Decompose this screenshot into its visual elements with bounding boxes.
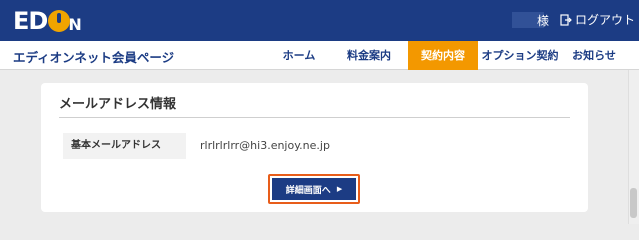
nav-item-contract[interactable]: 契約内容	[408, 41, 478, 70]
scrollbar-thumb[interactable]	[630, 188, 637, 218]
detail-button-body[interactable]: 詳細画面へ ▶	[272, 178, 356, 200]
nav-item-options[interactable]: オプション契約	[481, 41, 559, 70]
logout-label: ログアウト	[575, 13, 636, 27]
card-title: メールアドレス情報	[59, 97, 177, 112]
logo-text-left: ED	[13, 6, 48, 35]
detail-button[interactable]: 詳細画面へ ▶	[268, 174, 360, 204]
logo-power-icon	[48, 9, 71, 32]
chevron-right-icon: ▶	[336, 185, 343, 193]
nav-item-news[interactable]: お知らせ	[566, 41, 622, 70]
email-info-card: メールアドレス情報 基本メールアドレス rlrlrlrlrr@hi3.enjoy…	[41, 83, 588, 212]
logo-text-right: N	[68, 15, 81, 34]
logout-icon	[560, 13, 572, 26]
top-header-bar: ED N 様 ログアウト	[0, 0, 639, 41]
nav-item-pricing[interactable]: 料金案内	[341, 41, 397, 70]
user-honorific: 様	[537, 14, 550, 28]
site-title[interactable]: エディオンネット会員ページ	[13, 47, 174, 66]
basic-email-label: 基本メールアドレス	[63, 133, 186, 159]
edion-logo[interactable]: ED N	[13, 6, 82, 35]
logout-link[interactable]: ログアウト	[560, 11, 635, 28]
basic-email-value: rlrlrlrlrr@hi3.enjoy.ne.jp	[200, 139, 330, 152]
detail-button-label: 詳細画面へ	[285, 185, 331, 196]
card-divider	[59, 117, 570, 118]
main-nav-bar: エディオンネット会員ページ ホーム 料金案内 契約内容 オプション契約 お知らせ	[0, 41, 639, 70]
nav-item-home[interactable]: ホーム	[272, 41, 326, 70]
